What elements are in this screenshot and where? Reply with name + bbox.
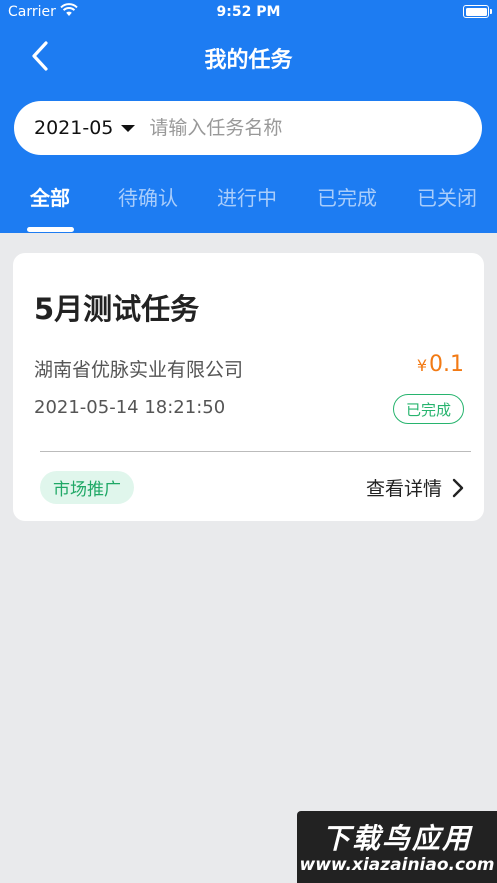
battery-icon [463,5,492,18]
view-details-link[interactable]: 查看详情 [366,474,464,501]
search-bar: 2021-05 [14,101,482,155]
month-value: 2021-05 [34,117,114,139]
status-bar: Carrier 9:52 PM [0,0,497,26]
tab-all[interactable]: 全部 [10,182,90,211]
view-details-label: 查看详情 [365,478,442,500]
page-title: 我的任务 [204,48,293,73]
tab-completed[interactable]: 已完成 [307,182,387,211]
chevron-right-icon [452,478,464,498]
tab-closed[interactable]: 已关闭 [407,182,487,211]
watermark-logo: 下载鸟应用 www.xiazainiao.com [297,811,497,883]
category-tag: 市场推广 [40,471,134,504]
tab-in-progress[interactable]: 进行中 [207,182,287,211]
status-badge: 已完成 [392,394,464,424]
reward-amount: 0.1 [429,352,464,377]
task-reward: ¥0.1 [417,352,464,377]
clock: 9:52 PM [216,4,281,20]
app-header: Carrier 9:52 PM 我的任务 2021-05 全部 待确认 进行中 … [0,0,497,233]
task-search-input[interactable] [149,117,440,139]
task-datetime: 2021-05-14 18:21:50 [34,397,226,418]
active-tab-indicator [27,227,74,232]
watermark-url: www.xiazainiao.com [299,855,495,875]
caret-down-icon [121,124,136,132]
company-name: 湖南省优脉实业有限公司 [34,359,244,381]
month-dropdown[interactable]: 2021-05 [34,117,136,139]
watermark-name: 下载鸟应用 [321,822,472,855]
task-card[interactable]: 5月测试任务 湖南省优脉实业有限公司 ¥0.1 2021-05-14 18:21… [13,253,484,521]
task-title: 5月测试任务 [34,292,200,326]
tab-pending[interactable]: 待确认 [108,182,188,211]
currency-symbol: ¥ [416,356,427,375]
status-tabs: 全部 待确认 进行中 已完成 已关闭 [0,176,497,233]
card-divider [40,451,471,452]
